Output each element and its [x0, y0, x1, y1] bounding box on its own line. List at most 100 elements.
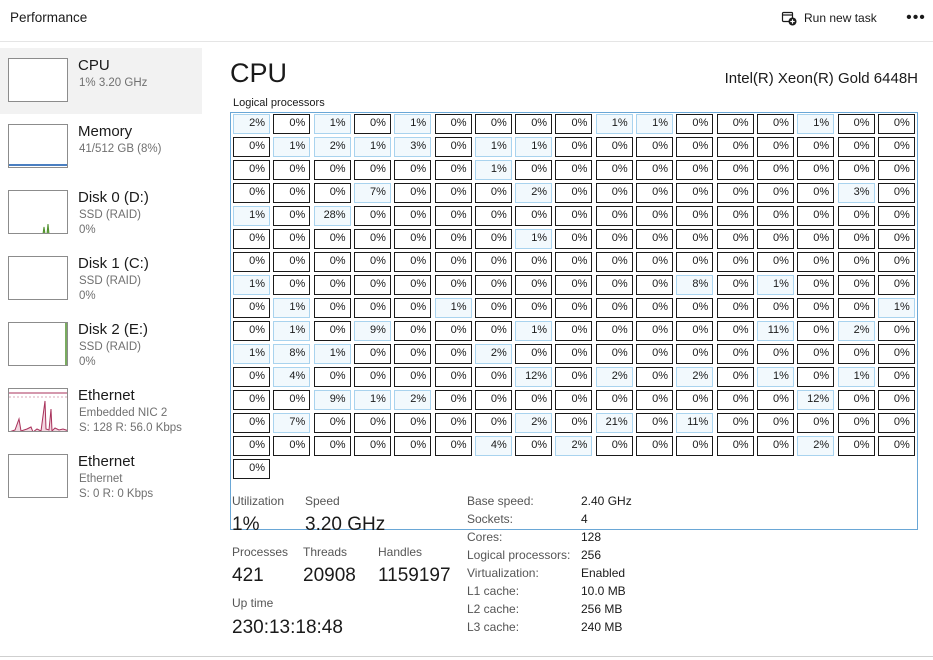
more-options-button[interactable]: ••• — [905, 8, 927, 28]
logical-processor-cell: 0% — [555, 321, 593, 341]
logical-processor-cell: 0% — [555, 137, 593, 157]
logical-processor-cell: 0% — [595, 321, 633, 341]
logical-processor-cell: 21% — [595, 413, 633, 433]
logical-processor-cell: 0% — [515, 344, 553, 364]
logical-processor-cell: 0% — [636, 275, 673, 295]
logical-processor-cell: 0% — [434, 160, 472, 180]
logical-processor-cell: 0% — [515, 114, 553, 134]
sidebar-item-value: 0% — [79, 290, 96, 302]
logical-processor-cell: 0% — [515, 252, 553, 272]
logical-processor-cell: 1% — [273, 321, 311, 341]
logical-processor-cell: 0% — [837, 390, 875, 410]
sidebar-item-label: Ethernet — [78, 387, 135, 404]
logical-processor-cell: 0% — [676, 114, 714, 134]
logical-processor-cell: 0% — [837, 436, 875, 456]
logical-processor-cell: 0% — [797, 206, 835, 226]
logical-processor-cell: 0% — [676, 390, 714, 410]
sidebar-item-ethernet-1[interactable]: Ethernet Embedded NIC 2 S: 128 R: 56.0 K… — [0, 378, 202, 444]
logical-processor-cell: 0% — [313, 436, 351, 456]
logical-processor-cell: 0% — [636, 298, 673, 318]
logical-processor-cell: 0% — [394, 275, 432, 295]
spec-logical-processors: Logical processors: 256 — [467, 548, 667, 566]
logical-processor-cell: 0% — [394, 413, 432, 433]
utilization-value: 1% — [232, 514, 260, 535]
logical-processor-cell: 0% — [756, 390, 794, 410]
logical-processor-cell: 0% — [474, 321, 512, 341]
logical-processor-cell: 0% — [756, 114, 794, 134]
logical-processor-cell: 0% — [233, 160, 270, 180]
logical-processor-cell: 0% — [434, 114, 472, 134]
logical-processor-cell: 0% — [273, 114, 311, 134]
logical-processor-cell: 9% — [313, 390, 351, 410]
logical-processor-cell: 0% — [313, 413, 351, 433]
logical-processor-cell: 0% — [716, 206, 754, 226]
logical-processor-cell: 0% — [676, 137, 714, 157]
sidebar: CPU 1% 3.20 GHz Memory 41/512 GB (8%) Di… — [0, 48, 202, 510]
speed-label: Speed — [305, 494, 340, 508]
logical-processor-cell: 0% — [434, 413, 472, 433]
logical-processor-cell: 0% — [636, 390, 673, 410]
logical-processor-cell: 0% — [877, 137, 915, 157]
logical-processor-cell: 0% — [233, 229, 270, 249]
logical-processor-cell: 0% — [474, 183, 512, 203]
run-task-icon — [781, 11, 797, 26]
processes-value: 421 — [232, 565, 264, 586]
sidebar-item-label: Disk 2 (E:) — [78, 321, 149, 338]
logical-processor-cell: 0% — [716, 160, 754, 180]
logical-processor-cell: 28% — [313, 206, 351, 226]
disk2-graph-line — [65, 323, 67, 365]
logical-processor-cell: 0% — [716, 390, 754, 410]
logical-processor-cell: 0% — [595, 298, 633, 318]
logical-processor-cell: 0% — [797, 137, 835, 157]
spec-base-speed: Base speed: 2.40 GHz — [467, 494, 667, 512]
logical-processor-cell: 0% — [877, 436, 915, 456]
logical-processor-cell: 0% — [676, 206, 714, 226]
cpu-model-name: Intel(R) Xeon(R) Gold 6448H — [724, 70, 918, 87]
logical-processor-cell: 0% — [595, 390, 633, 410]
logical-processor-cell: 0% — [676, 321, 714, 341]
spec-key: L2 cache: — [467, 602, 520, 616]
logical-processor-cell: 0% — [474, 252, 512, 272]
sidebar-item-detail: SSD (RAID) — [79, 209, 141, 221]
logical-processor-cell: 0% — [434, 183, 472, 203]
sidebar-item-disk1[interactable]: Disk 1 (C:) SSD (RAID) 0% — [0, 246, 202, 312]
sidebar-item-cpu[interactable]: CPU 1% 3.20 GHz — [0, 48, 202, 114]
sidebar-item-disk0[interactable]: Disk 0 (D:) SSD (RAID) 0% — [0, 180, 202, 246]
logical-processor-cell: 0% — [394, 321, 432, 341]
run-new-task-label: Run new task — [804, 11, 877, 25]
logical-processor-cell: 8% — [273, 344, 311, 364]
logical-processor-cell: 1% — [353, 390, 391, 410]
handles-label: Handles — [378, 545, 423, 559]
logical-processor-cell: 0% — [434, 229, 472, 249]
logical-processor-cell: 0% — [353, 114, 391, 134]
logical-processor-cell: 0% — [434, 436, 472, 456]
logical-processor-cell: 0% — [474, 298, 512, 318]
logical-processor-cell: 0% — [636, 436, 673, 456]
logical-processor-cell: 0% — [555, 206, 593, 226]
handles-value: 1159197 — [378, 565, 451, 586]
processes-label: Processes — [232, 545, 289, 559]
logical-processor-cell: 0% — [716, 114, 754, 134]
logical-processor-cell: 0% — [595, 206, 633, 226]
logical-processor-cell: 0% — [756, 436, 794, 456]
sidebar-item-disk2[interactable]: Disk 2 (E:) SSD (RAID) 0% — [0, 312, 202, 378]
logical-processor-cell: 0% — [394, 206, 432, 226]
logical-processor-cell: 0% — [756, 229, 794, 249]
sidebar-item-memory[interactable]: Memory 41/512 GB (8%) — [0, 114, 202, 180]
run-new-task-button[interactable]: Run new task — [781, 8, 877, 28]
logical-processor-cell: 0% — [515, 160, 553, 180]
logical-processor-cell: 0% — [313, 229, 351, 249]
logical-processor-cell: 0% — [676, 252, 714, 272]
logical-processor-cell: 0% — [676, 436, 714, 456]
spec-virtualization: Virtualization: Enabled — [467, 566, 667, 584]
logical-processor-cell: 0% — [636, 229, 673, 249]
logical-processor-cell: 0% — [233, 183, 270, 203]
logical-processor-cell: 0% — [716, 252, 754, 272]
logical-processor-cell: 0% — [353, 229, 391, 249]
sidebar-item-ethernet-2[interactable]: Ethernet Ethernet S: 0 R: 0 Kbps — [0, 444, 202, 510]
logical-processor-cell: 0% — [233, 321, 270, 341]
logical-processor-cell: 0% — [233, 367, 270, 387]
logical-processor-cell: 0% — [797, 298, 835, 318]
logical-processor-cell: 2% — [233, 114, 270, 134]
ethernet1-graph-line — [9, 392, 67, 431]
